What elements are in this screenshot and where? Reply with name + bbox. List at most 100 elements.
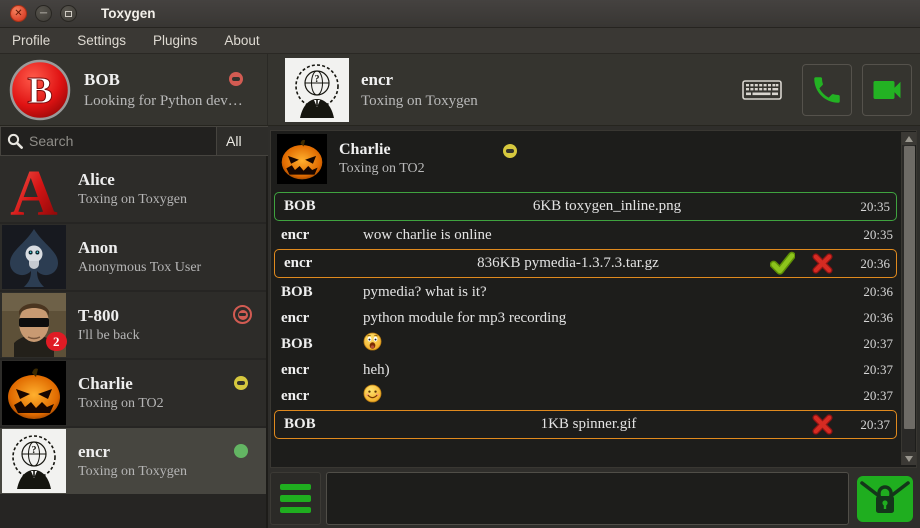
file-name: 836KB pymedia-1.3.7.3.tar.gz	[477, 255, 659, 272]
message-row: encr python module for mp3 recording 20:…	[272, 305, 899, 331]
contact-name: Charlie	[78, 374, 164, 394]
search-input[interactable]	[29, 133, 210, 149]
self-status-message: Looking for Python dev…	[84, 93, 243, 110]
contact-row-alice[interactable]: A Alice Toxing on Toxygen	[0, 156, 266, 222]
charlie-avatar	[2, 361, 66, 425]
contact-status-message: Toxing on TO2	[78, 396, 164, 412]
contact-row-t-800[interactable]: T-800 I'll be back 2	[0, 292, 266, 358]
charlie-avatar	[277, 134, 327, 184]
contacts-panel: All A Alice Toxing on Toxygen Anon Anony…	[0, 126, 268, 528]
message-time: 20:37	[848, 417, 890, 433]
menu-item-plugins[interactable]: Plugins	[153, 33, 197, 48]
chat-peer-status-message: Toxing on TO2	[339, 161, 425, 177]
message-text: pymedia? what is it?	[363, 284, 487, 301]
filter-value: All	[226, 133, 242, 149]
file-name: 6KB toxygen_inline.png	[533, 198, 681, 215]
contact-status-message: Toxing on Toxygen	[78, 464, 187, 480]
message-sender: BOB	[284, 416, 366, 433]
anon-avatar	[2, 225, 66, 289]
toxygen-window: ✕ ─ Toxygen ProfileSettingsPluginsAbout …	[0, 0, 920, 528]
decline-file-button[interactable]	[811, 413, 834, 436]
contact-name: T-800	[78, 306, 140, 326]
scroll-up-icon[interactable]	[902, 132, 916, 145]
message-row: encr 20:37	[272, 383, 899, 409]
decline-file-button[interactable]	[811, 252, 834, 275]
phone-icon	[810, 73, 844, 107]
chat-panel: Charlie Toxing on TO2 BOB 6KB toxygen_in…	[268, 126, 920, 528]
contact-row-encr[interactable]: ? encr Toxing on Toxygen	[0, 428, 266, 494]
message-time: 20:35	[848, 199, 890, 215]
chat-peer-card[interactable]: Charlie Toxing on TO2	[271, 131, 916, 187]
message-sender: encr	[281, 310, 363, 327]
hamburger-menu-icon	[280, 484, 311, 491]
smile-emoji	[363, 384, 382, 408]
online-status-icon	[234, 444, 248, 458]
audio-call-button[interactable]	[802, 64, 852, 116]
busy-unread-status-icon	[233, 305, 252, 324]
message-row: BOB pymedia? what is it? 20:36	[272, 279, 899, 305]
message-time: 20:36	[848, 256, 890, 272]
away-status-icon	[234, 376, 248, 390]
message-time: 20:37	[851, 336, 893, 352]
contact-status-message: Anonymous Tox User	[78, 260, 201, 276]
file-transfer-row: BOB 6KB toxygen_inline.png 20:35	[274, 192, 897, 221]
message-text: wow charlie is online	[363, 227, 492, 244]
active-contact-name: encr	[361, 70, 478, 90]
menu-bar: Profile Settings Plugins About	[0, 28, 920, 54]
composer	[268, 468, 920, 528]
search-icon	[7, 133, 23, 149]
message-sender: encr	[281, 362, 363, 379]
minimize-icon[interactable]: ─	[35, 5, 52, 22]
menu-item-about[interactable]: About	[224, 33, 259, 48]
message-sender: encr	[281, 227, 363, 244]
menu-item-profile[interactable]: Profile	[12, 33, 50, 48]
file-name: 1KB spinner.gif	[541, 416, 637, 433]
window-title: Toxygen	[101, 6, 156, 21]
scroll-down-icon[interactable]	[902, 452, 916, 465]
file-transfer-row: BOB 1KB spinner.gif 20:37	[274, 410, 897, 439]
file-transfer-row: encr 836KB pymedia-1.3.7.3.tar.gz 20:36	[274, 249, 897, 278]
close-icon[interactable]: ✕	[10, 5, 27, 22]
header: B BOB Looking for Python dev… ? encr Tox…	[0, 54, 920, 126]
self-profile[interactable]: B BOB Looking for Python dev…	[0, 54, 268, 125]
video-camera-icon	[869, 72, 905, 108]
accept-file-button[interactable]	[770, 251, 795, 276]
message-sender: BOB	[281, 284, 363, 301]
message-sender: encr	[281, 388, 363, 405]
message-text: heh)	[363, 362, 390, 379]
keyboard-icon[interactable]	[742, 78, 782, 102]
chat-menu-button[interactable]	[270, 472, 321, 525]
video-call-button[interactable]	[862, 64, 912, 116]
away-status-icon	[503, 144, 517, 158]
contact-status-message: Toxing on Toxygen	[78, 192, 187, 208]
message-time: 20:35	[851, 227, 893, 243]
active-contact-status-message: Toxing on Toxygen	[361, 93, 478, 110]
message-row: encr heh) 20:37	[272, 357, 899, 383]
message-sender: BOB	[281, 336, 363, 353]
svg-text:A: A	[10, 157, 58, 221]
message-sender: encr	[284, 255, 366, 272]
message-row: BOB 20:37	[272, 331, 899, 357]
alice-avatar: A	[2, 157, 66, 221]
active-contact-avatar: ?	[285, 58, 349, 122]
message-time: 20:36	[851, 284, 893, 300]
send-button[interactable]	[854, 472, 916, 525]
contact-name: encr	[78, 442, 187, 462]
encr-avatar: ?	[2, 429, 66, 493]
self-name: BOB	[84, 70, 243, 90]
scrollbar-thumb[interactable]	[904, 146, 915, 429]
contact-row-anon[interactable]: Anon Anonymous Tox User	[0, 224, 266, 290]
svg-text:B: B	[27, 70, 52, 112]
message-input[interactable]	[326, 472, 849, 525]
chat-scrollbar[interactable]	[901, 132, 915, 465]
message-time: 20:37	[851, 362, 893, 378]
shocked-emoji	[363, 332, 382, 356]
menu-item-settings[interactable]: Settings	[77, 33, 126, 48]
contact-row-charlie[interactable]: Charlie Toxing on TO2	[0, 360, 266, 426]
svg-text:?: ?	[315, 74, 320, 85]
send-envelope-lock-icon	[856, 475, 914, 523]
message-time: 20:36	[851, 310, 893, 326]
self-avatar: B	[8, 58, 72, 122]
maximize-icon[interactable]	[60, 5, 77, 22]
search-box	[0, 126, 217, 156]
